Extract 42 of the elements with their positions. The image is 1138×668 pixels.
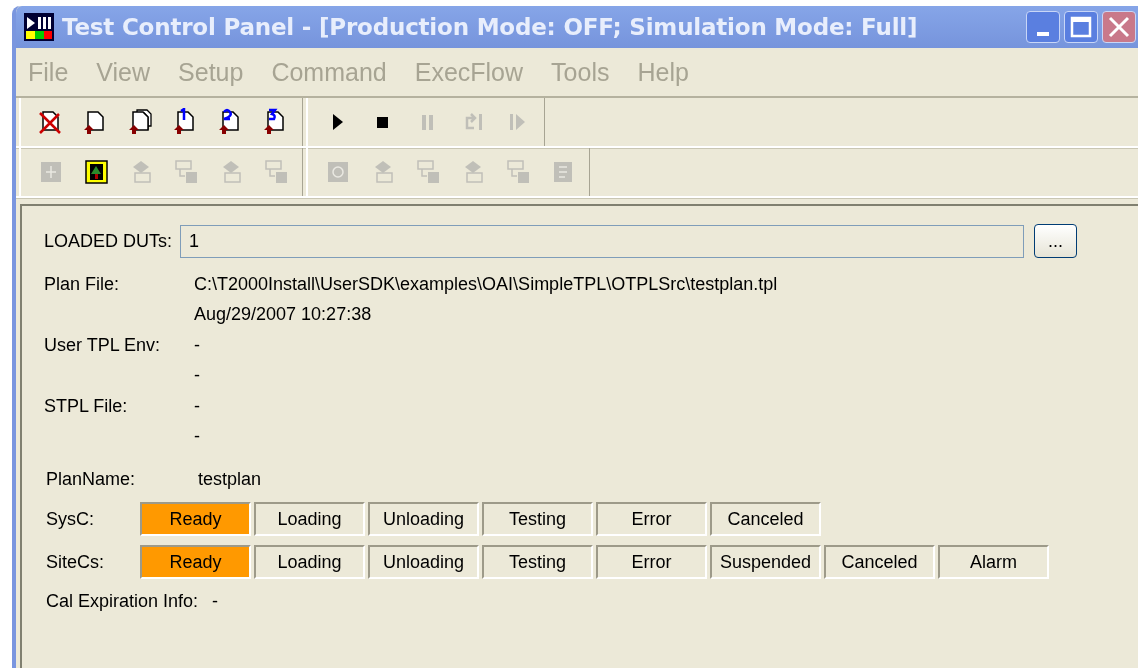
maximize-button[interactable] <box>1064 11 1098 43</box>
row-label: SysC: <box>46 508 95 530</box>
field-label: PlanName: <box>46 469 137 490</box>
field-label: Cal Expiration Info: <box>46 591 199 612</box>
field-value: - <box>194 335 201 356</box>
browse-button[interactable]: ... <box>1034 224 1078 258</box>
status-indicator: Error <box>596 502 707 536</box>
status-indicator: Testing <box>482 502 593 536</box>
status-indicator: Canceled <box>824 545 935 579</box>
status-indicator: Suspended <box>710 545 821 579</box>
window-title: Test Control Panel - [Production Mode: OFF; Simulation Mode: Full] <box>62 14 918 40</box>
status-indicator: Error <box>596 545 707 579</box>
field-value: Aug/29/2007 10:27:38 <box>194 304 373 325</box>
input-field[interactable]: 1 <box>180 224 1025 258</box>
field-label: Plan File: <box>44 274 121 296</box>
tree-icon[interactable] <box>82 158 110 186</box>
field-value: testplan <box>198 469 262 490</box>
documents-icon[interactable] <box>127 108 155 136</box>
status-indicator: Unloading <box>368 545 479 579</box>
status-indicator: Loading <box>254 502 365 536</box>
field-label: User TPL Env: <box>44 335 162 357</box>
field-value: - <box>212 591 219 612</box>
status-indicator: Unloading <box>368 502 479 536</box>
status-indicator: Ready <box>140 502 251 536</box>
field-label: STPL File: <box>44 396 129 418</box>
field-value: - <box>194 426 201 447</box>
field-label: LOADED DUTs: <box>44 230 173 252</box>
minimize-button[interactable] <box>1026 11 1060 43</box>
row-label: SiteCs: <box>46 551 106 573</box>
close-icon <box>1107 15 1131 39</box>
field-value: - <box>194 396 201 417</box>
maximize-icon <box>1070 16 1092 38</box>
close-button[interactable] <box>1102 11 1136 43</box>
minimize-icon <box>1037 32 1049 36</box>
status-indicator: Loading <box>254 545 365 579</box>
status-indicator: Testing <box>482 545 593 579</box>
app-icon <box>24 13 54 41</box>
field-value: - <box>194 365 201 386</box>
status-indicator: Ready <box>140 545 251 579</box>
status-indicator: Alarm <box>938 545 1049 579</box>
field-value: C:\T2000Install\UserSDK\examples\OAI\SimpleTPL\OTPLSrc\testplan.tpl <box>194 274 779 295</box>
status-indicator: Canceled <box>710 502 821 536</box>
